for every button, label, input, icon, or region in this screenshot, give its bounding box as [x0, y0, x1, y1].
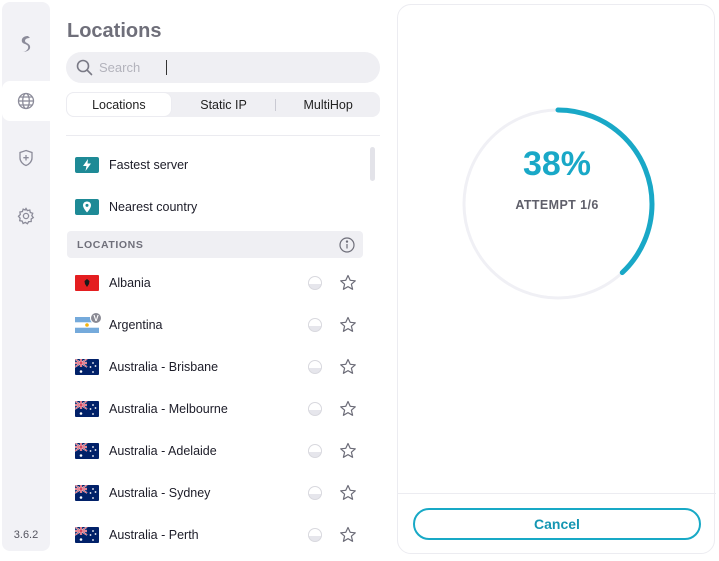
section-header-label: LOCATIONS [77, 238, 144, 251]
nav-rail: 3.6.2 [2, 2, 50, 551]
connection-card: 38% ATTEMPT 1/6 Cancel [397, 4, 716, 554]
star-icon[interactable] [339, 274, 357, 292]
list-item-label: Fastest server [109, 158, 189, 172]
flag-australia-icon [75, 443, 99, 459]
list-item-location[interactable]: Australia - Perth [66, 514, 366, 556]
virtual-location-badge: V [90, 312, 102, 324]
flag-albania-icon [75, 275, 99, 291]
flag-australia-icon [75, 359, 99, 375]
flag-argentina-icon: V [75, 312, 102, 333]
star-icon[interactable] [339, 526, 357, 544]
attempt-status: ATTEMPT 1/6 [515, 198, 599, 212]
nav-item-settings[interactable] [2, 196, 50, 236]
list-item-location[interactable]: Australia - Brisbane [66, 346, 366, 388]
list-item-label: Australia - Brisbane [109, 360, 219, 374]
surfshark-logo-icon [21, 36, 31, 52]
list-item-location[interactable]: Australia - Sydney [66, 472, 366, 514]
server-load-indicator [308, 360, 322, 374]
star-icon[interactable] [339, 442, 357, 460]
list-item-location[interactable]: Australia - Melbourne [66, 388, 366, 430]
tab-static-ip[interactable]: Static IP [172, 93, 276, 116]
server-load-indicator [308, 276, 322, 290]
server-load-indicator [308, 444, 322, 458]
app-window: 3.6.2 Locations Locations Static IP Mult… [0, 0, 719, 561]
card-divider [398, 493, 716, 494]
nav-item-locations[interactable] [2, 81, 50, 121]
globe-icon [17, 92, 35, 110]
flag-australia-icon [75, 485, 99, 501]
tab-locations[interactable]: Locations [67, 93, 171, 116]
search-input[interactable] [99, 55, 359, 80]
text-caret [166, 60, 167, 75]
star-icon[interactable] [339, 400, 357, 418]
info-icon[interactable] [339, 236, 355, 253]
location-tabs: Locations Static IP MultiHop [66, 92, 380, 117]
list-item-nearest-country[interactable]: Nearest country [66, 186, 366, 228]
list-item-location[interactable]: Albania [66, 262, 366, 304]
list-item-label: Australia - Perth [109, 528, 199, 542]
divider [66, 135, 380, 136]
list-item-label: Australia - Adelaide [109, 444, 217, 458]
flag-australia-icon [75, 527, 99, 543]
nav-item-home[interactable] [2, 24, 50, 64]
list-item-label: Australia - Sydney [109, 486, 211, 500]
list-item-location[interactable]: V Argentina [66, 304, 366, 346]
scrollbar[interactable] [370, 147, 375, 181]
list-item-location[interactable]: Australia - Adelaide [66, 430, 366, 472]
shield-plus-icon [19, 149, 33, 167]
star-icon[interactable] [339, 484, 357, 502]
page-title: Locations [67, 20, 162, 42]
app-version: 3.6.2 [13, 529, 39, 541]
list-item-label: Australia - Melbourne [109, 402, 228, 416]
section-header: LOCATIONS [67, 231, 363, 258]
search-icon [76, 59, 93, 76]
server-load-indicator [308, 528, 322, 542]
flag-australia-icon [75, 401, 99, 417]
server-load-indicator [308, 486, 322, 500]
list-item-label: Nearest country [109, 200, 198, 214]
list-item-fastest-server[interactable]: Fastest server [66, 144, 366, 186]
location-pin-icon [75, 199, 99, 215]
star-icon[interactable] [339, 358, 357, 376]
tab-multihop[interactable]: MultiHop [276, 93, 380, 116]
nav-item-features[interactable] [2, 138, 50, 178]
bolt-icon [75, 157, 99, 173]
gear-icon [17, 207, 35, 225]
list-item-label: Albania [109, 276, 151, 290]
list-item-label: Argentina [109, 318, 163, 332]
star-icon[interactable] [339, 316, 357, 334]
progress-percent: 38% [522, 145, 592, 183]
server-load-indicator [308, 318, 322, 332]
cancel-button[interactable]: Cancel [413, 508, 701, 540]
server-load-indicator [308, 402, 322, 416]
search-box[interactable] [66, 52, 380, 83]
